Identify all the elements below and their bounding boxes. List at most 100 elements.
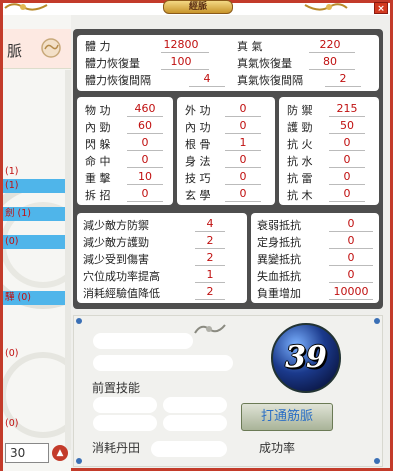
underline	[329, 116, 365, 117]
underline	[195, 299, 225, 300]
underline	[329, 133, 365, 134]
stat-label: 消耗經驗值降低	[83, 287, 160, 300]
stat-label: 異變抵抗	[257, 253, 301, 266]
list-item[interactable]: (1)	[3, 179, 65, 193]
level-number: 39	[285, 340, 327, 375]
stat-label: 身 法	[185, 155, 211, 168]
underline	[225, 184, 261, 185]
prereq-slot	[163, 415, 227, 431]
stat-value: 4	[206, 217, 214, 230]
stat-value: 0	[239, 119, 247, 132]
underline	[189, 86, 225, 87]
underline	[225, 167, 261, 168]
underline	[161, 69, 209, 70]
stat-value: 220	[319, 38, 341, 51]
stat-label: 內 功	[185, 121, 211, 134]
stat-label: 閃 躲	[85, 138, 111, 151]
prereq-label: 前置技能	[92, 381, 141, 395]
list-item[interactable]: 劍 (1)	[3, 207, 65, 221]
underline	[329, 282, 373, 283]
underline	[325, 86, 361, 87]
stat-label: 減少敵方護勁	[83, 236, 149, 249]
stat-value: 0	[239, 187, 247, 200]
list-item[interactable]: (1)	[3, 165, 43, 179]
underline	[225, 116, 261, 117]
stat-value: 0	[347, 251, 355, 264]
stat-value: 1	[239, 136, 247, 149]
stat-label: 減少敵方防禦	[83, 219, 149, 232]
underline	[309, 69, 355, 70]
list-item[interactable]: (0)	[3, 417, 65, 431]
stat-label: 失血抵抗	[257, 270, 301, 283]
underline	[127, 167, 163, 168]
stat-label: 體力恢復間隔	[85, 74, 151, 87]
underline	[225, 150, 261, 151]
stat-value: 0	[141, 136, 149, 149]
stat-label: 技 巧	[185, 172, 211, 185]
stat-label: 體 力	[85, 40, 111, 53]
list-scrollbar[interactable]	[65, 70, 71, 450]
underline	[127, 201, 163, 202]
stat-label: 穴位成功率提高	[83, 270, 160, 283]
stats-panel: 體 力 12800 真 氣 220 體力恢復量 100 真氣恢復量 80 體力恢…	[73, 29, 383, 309]
title-right-ornament	[304, 3, 348, 11]
stat-label: 體力恢復量	[85, 57, 140, 70]
stat-label: 護 勁	[287, 121, 313, 134]
list-item[interactable]: (0)	[3, 235, 65, 249]
stat-label: 外 功	[185, 104, 211, 117]
stat-value: 0	[343, 136, 351, 149]
title-bar: 經脈 ×	[3, 0, 390, 15]
stat-value: 0	[343, 187, 351, 200]
skill-desc-slot	[93, 355, 233, 371]
stat-label: 真氣恢復量	[237, 57, 292, 70]
corner-ornament-icon	[374, 458, 380, 464]
stat-label: 真 氣	[237, 40, 263, 53]
list-item[interactable]: (0)	[3, 347, 65, 361]
corner-ornament-icon	[374, 318, 380, 324]
underline	[329, 184, 365, 185]
vitality-box: 體 力 12800 真 氣 220 體力恢復量 100 真氣恢復量 80 體力恢…	[77, 35, 379, 91]
stat-value: 1	[206, 268, 214, 281]
stat-value: 0	[343, 153, 351, 166]
stat-value: 2	[206, 251, 214, 264]
success-rate-label: 成功率	[259, 441, 296, 455]
stat-value: 2	[206, 234, 214, 247]
corner-ornament-icon	[76, 318, 82, 324]
stat-label: 拆 招	[85, 189, 111, 202]
stat-label: 定身抵抗	[257, 236, 301, 249]
underline	[195, 282, 225, 283]
stat-value: 12800	[163, 38, 199, 51]
corner-ornament-icon	[76, 458, 82, 464]
list-item[interactable]: 驊 (0)	[3, 291, 65, 305]
stat-label: 負重增加	[257, 287, 301, 300]
stat-label: 命 中	[85, 155, 111, 168]
skill-name-slot	[93, 333, 193, 349]
scroll-up-icon[interactable]: ▲	[52, 445, 68, 461]
underline	[309, 52, 355, 53]
stat-value: 100	[170, 55, 192, 68]
stat-label: 抗 水	[287, 155, 313, 168]
stat-value: 0	[347, 268, 355, 281]
count-field[interactable]: 30	[5, 443, 49, 463]
stat-value: 0	[239, 170, 247, 183]
underline	[329, 231, 373, 232]
stat-value: 4	[203, 72, 211, 85]
stat-value: 0	[343, 170, 351, 183]
stat-label: 衰弱抵抗	[257, 219, 301, 232]
unlock-meridian-button[interactable]: 打通筋脈	[241, 403, 333, 431]
prereq-slot	[93, 415, 157, 431]
meridian-list-panel: 脈 (1) (1) 劍 (1) (0) 驊 (0) (0) (0)	[3, 15, 71, 471]
underline	[127, 116, 163, 117]
stat-label: 抗 木	[287, 189, 313, 202]
stat-label: 抗 雷	[287, 172, 313, 185]
stat-label: 真氣恢復間隔	[237, 74, 303, 87]
underline	[195, 265, 225, 266]
stat-value: 0	[239, 153, 247, 166]
window-frame: 經脈 × 脈 (1) (1) 劍 (1) (0) 驊 (0) (0) (0) 3…	[0, 0, 393, 471]
underline	[195, 248, 225, 249]
stat-value: 50	[340, 119, 354, 132]
close-button[interactable]: ×	[374, 2, 388, 14]
stat-label: 物 功	[85, 104, 111, 117]
underline	[127, 184, 163, 185]
stat-value: 2	[206, 285, 214, 298]
